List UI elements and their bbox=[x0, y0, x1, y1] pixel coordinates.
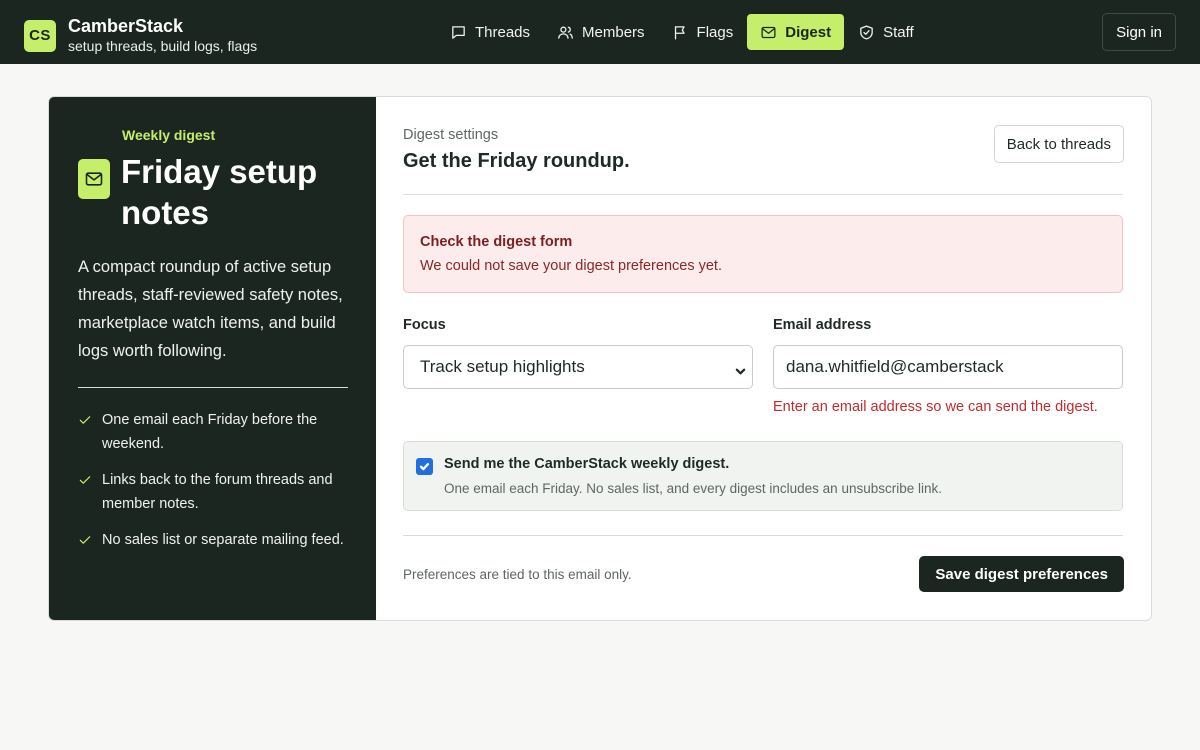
digest-optin: Send me the CamberStack weekly digest. O… bbox=[403, 441, 1123, 511]
check-icon bbox=[79, 536, 91, 544]
digest-info-panel: Weekly digest Friday setup notes A compa… bbox=[49, 97, 376, 620]
nav-members[interactable]: Members bbox=[544, 14, 658, 50]
panel-description: A compact roundup of active setup thread… bbox=[78, 258, 343, 360]
focus-select-value: Track setup highlights bbox=[420, 357, 585, 376]
brand-name: CamberStack bbox=[68, 16, 184, 36]
save-preferences-button[interactable]: Save digest preferences bbox=[919, 556, 1124, 592]
nav-flags-label: Flags bbox=[696, 23, 734, 41]
check-icon bbox=[79, 416, 91, 424]
panel-divider bbox=[78, 387, 348, 388]
form-kicker: Digest settings bbox=[403, 127, 499, 143]
focus-label: Focus bbox=[403, 317, 446, 333]
brand-tagline: setup threads, build logs, flags bbox=[68, 38, 258, 54]
panel-title: Friday setup notes bbox=[121, 153, 318, 231]
email-label: Email address bbox=[773, 317, 872, 333]
brand-text: CamberStack setup threads, build logs, f… bbox=[68, 16, 257, 55]
users-icon bbox=[558, 26, 573, 39]
nav-staff[interactable]: Staff bbox=[845, 14, 927, 50]
perk-text: Links back to the forum threads and memb… bbox=[102, 472, 333, 512]
flag-icon bbox=[674, 25, 685, 40]
mail-icon bbox=[85, 172, 103, 186]
chevron-down-icon bbox=[735, 362, 746, 375]
perk-text: No sales list or separate mailing feed. bbox=[102, 532, 344, 548]
optin-description: One email each Friday. No sales list, an… bbox=[444, 481, 942, 496]
chat-bubble-icon bbox=[452, 25, 465, 39]
mail-badge bbox=[78, 159, 110, 199]
focus-select[interactable]: Track setup highlights bbox=[403, 345, 753, 389]
check-icon bbox=[79, 476, 91, 484]
digest-card: Weekly digest Friday setup notes A compa… bbox=[48, 96, 1152, 621]
digest-settings-form: Digest settings Get the Friday roundup. … bbox=[376, 97, 1151, 620]
perk-list: One email each Friday before the weekend… bbox=[78, 408, 353, 564]
alert-message: We could not save your digest preference… bbox=[420, 258, 722, 274]
nav-threads[interactable]: Threads bbox=[437, 14, 543, 50]
nav-flags[interactable]: Flags bbox=[659, 14, 747, 50]
back-to-threads-button[interactable]: Back to threads bbox=[993, 125, 1124, 163]
form-divider-bottom bbox=[403, 535, 1123, 536]
sign-in-button[interactable]: Sign in bbox=[1102, 13, 1176, 51]
brand[interactable]: CS CamberStack setup threads, build logs… bbox=[24, 16, 257, 55]
top-navigation-bar: CS CamberStack setup threads, build logs… bbox=[0, 0, 1200, 64]
nav-members-label: Members bbox=[582, 23, 645, 41]
form-divider-top bbox=[403, 194, 1123, 195]
error-alert: Check the digest form We could not save … bbox=[403, 215, 1123, 293]
nav-digest[interactable]: Digest bbox=[747, 14, 845, 50]
perk-item: One email each Friday before the weekend… bbox=[78, 408, 353, 456]
email-error-message: Enter an email address so we can send th… bbox=[773, 399, 1098, 415]
optin-checkbox[interactable] bbox=[416, 458, 433, 475]
check-icon bbox=[419, 463, 430, 471]
mail-icon bbox=[761, 26, 776, 38]
perk-text: One email each Friday before the weekend… bbox=[102, 412, 318, 452]
email-field[interactable] bbox=[773, 345, 1123, 389]
nav-digest-label: Digest bbox=[785, 23, 832, 41]
form-title: Get the Friday roundup. bbox=[403, 150, 630, 172]
main-nav: Threads Members Flags Digest Staff bbox=[437, 14, 928, 50]
perk-item: Links back to the forum threads and memb… bbox=[78, 468, 353, 516]
shield-check-icon bbox=[860, 24, 873, 40]
preferences-note: Preferences are tied to this email only. bbox=[403, 567, 632, 582]
perk-item: No sales list or separate mailing feed. bbox=[78, 528, 353, 552]
nav-threads-label: Threads bbox=[475, 23, 531, 41]
optin-title[interactable]: Send me the CamberStack weekly digest. bbox=[444, 456, 729, 472]
brand-logo: CS bbox=[24, 19, 56, 52]
alert-title: Check the digest form bbox=[420, 234, 573, 250]
panel-eyebrow: Weekly digest bbox=[122, 127, 216, 143]
nav-staff-label: Staff bbox=[883, 23, 914, 41]
